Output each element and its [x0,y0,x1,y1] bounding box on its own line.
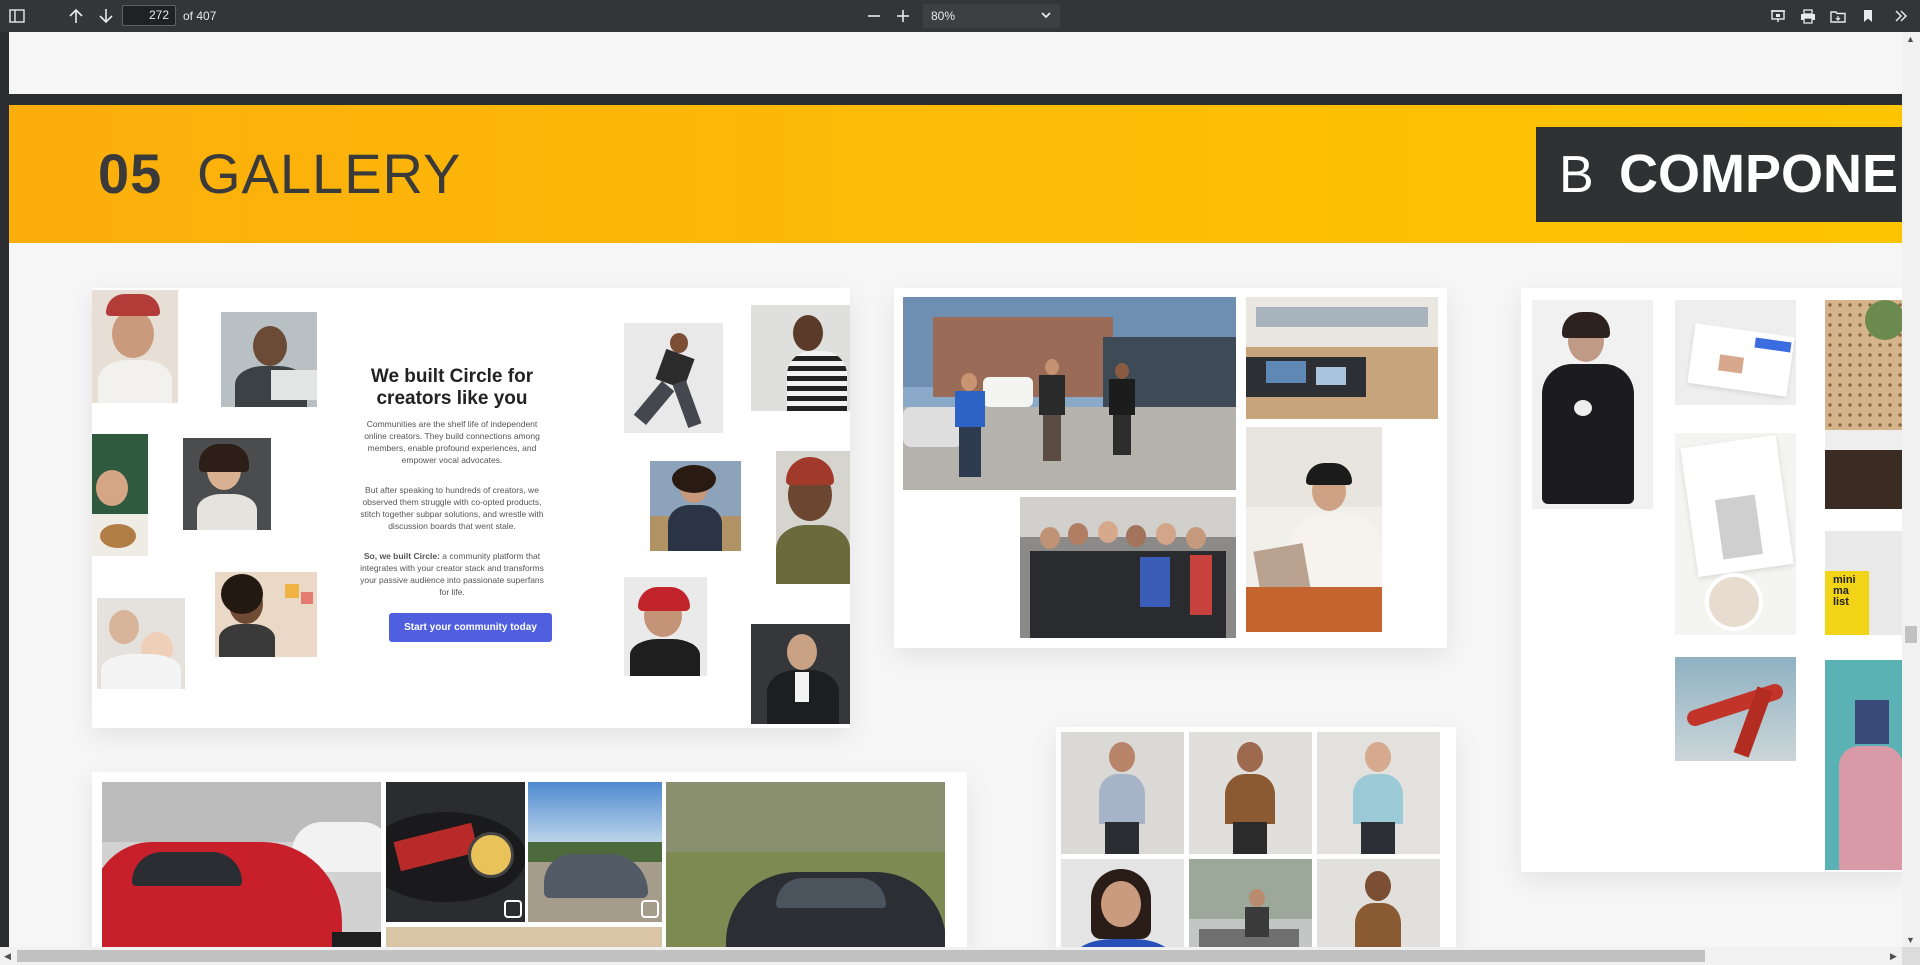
pdf-toolbar: 272 of 407 80% [0,0,1920,32]
photo-hoodie-man [1532,300,1653,509]
photo-blue-porsche [528,782,662,922]
circle-paragraph-2: But after speaking to hundreds of creato… [360,485,544,531]
chevron-down-icon [1040,8,1052,25]
photo-woman-sitting [1189,859,1312,947]
photo-woman-pink-dress [1825,660,1902,870]
circle-paragraph-1: Communities are the shelf life of indepe… [364,419,540,465]
photo-red-car [102,782,381,947]
section-number: 05 [98,142,163,205]
more-icon[interactable] [1888,3,1914,29]
page-total-label: of 407 [183,9,217,23]
zoom-value: 80% [931,9,956,23]
photo-product-card [1675,300,1796,405]
photo-cyclist [624,577,707,676]
photo-porsche-headlight [386,782,525,922]
scroll-up-icon[interactable]: ▲ [1906,34,1915,44]
circle-paragraph-3: So, we built Circle: a community platfor… [360,550,544,598]
present-icon[interactable] [1765,3,1791,29]
photo-man-whiteboard [751,305,850,411]
photo-pegboard-shelf [1825,300,1902,509]
photo-man-magazine [1246,427,1382,632]
previous-page-icon[interactable] [63,3,89,29]
photo-woman-microphone [183,438,271,530]
start-community-button[interactable]: Start your community today [389,613,552,642]
instagram-icon [504,900,522,918]
photo-office-desks [1246,297,1438,419]
save-icon[interactable] [1825,3,1851,29]
scroll-down-icon[interactable]: ▼ [1906,935,1915,945]
components-card: mini ma list [1521,288,1902,872]
photo-woman-camera [650,461,741,551]
zoom-in-icon[interactable] [890,3,916,29]
pdf-page: 05 GALLERY B COMPONE We built Circle for… [9,105,1902,947]
vertical-scrollbar[interactable] [1902,32,1920,965]
badge-text: COMPONE [1619,144,1899,204]
photo-mini-book: mini ma list [1825,531,1902,635]
photo-dark-car-field [666,782,945,947]
scrollbar-corner [1902,947,1920,965]
next-page-icon[interactable] [93,3,119,29]
office-collage-card [894,288,1447,648]
photo-man-suit [751,624,850,724]
horizontal-scroll-thumb[interactable] [17,950,1705,962]
photo-man-laptop [221,312,317,407]
page-number-input[interactable]: 272 [122,5,176,26]
photo-woman-glasses [215,572,317,657]
photo-man-blue-shirt [1061,732,1184,854]
photo-man-teal-sweater [1317,732,1440,854]
badge-letter: B [1559,146,1594,204]
instagram-icon-2 [641,900,659,918]
photo-team-group [1020,497,1236,638]
photo-man-brown-sweater [1189,732,1312,854]
zoom-select[interactable]: 80% [923,4,1060,28]
scroll-left-icon[interactable]: ◀ [4,951,11,962]
people-grid-card [1056,727,1456,947]
vertical-scroll-thumb[interactable] [1905,626,1917,643]
cars-collage-card [92,772,967,947]
zoom-out-icon[interactable] [861,3,887,29]
circle-landing-card: We built Circle for creators like you Co… [92,288,850,728]
print-icon[interactable] [1795,3,1821,29]
photo-brunch-magazine [1675,433,1796,635]
photo-woman-brown-top [1317,859,1440,947]
circle-heading-line1: We built Circle for [370,366,534,387]
previous-page-bottom [9,32,1902,94]
photo-runner [624,323,723,433]
photo-mother-baby [97,598,185,689]
photo-beige-strip [386,927,662,947]
photo-man-red-beanie [776,451,850,584]
photo-red-sculpture [1675,657,1796,761]
document-viewer[interactable]: 05 GALLERY B COMPONE We built Circle for… [0,32,1902,947]
sidebar-icon[interactable] [4,3,30,29]
mini-book-text: mini ma list [1833,574,1856,608]
photo-guitar-man [92,434,148,556]
photo-woman-blue-blazer [1061,859,1184,947]
section-title: GALLERY [197,142,462,205]
scroll-right-icon[interactable]: ▶ [1890,951,1897,962]
circle-heading: We built Circle for creators like you [352,366,552,410]
bookmark-icon[interactable] [1855,3,1881,29]
circle-heading-line2: creators like you [376,388,528,409]
photo-woman-beanie [92,290,178,403]
photo-street-walkers [903,297,1236,490]
circle-paragraph-3-bold: So, we built Circle: [363,551,440,561]
